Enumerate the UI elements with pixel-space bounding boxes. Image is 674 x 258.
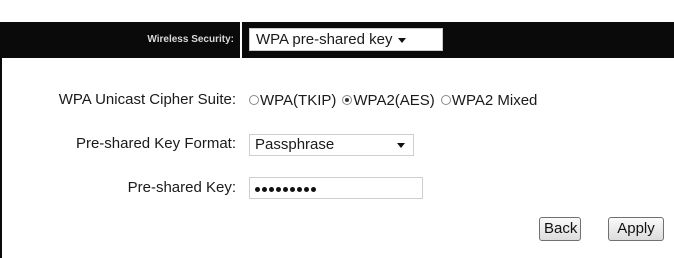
pre-shared-key-input[interactable]	[249, 177, 423, 199]
wireless-security-label: Wireless Security:	[147, 34, 234, 45]
key-format-value: Passphrase	[255, 136, 335, 153]
radio-wpa2-aes[interactable]	[342, 95, 353, 105]
mask-dot	[262, 187, 267, 192]
masked-key-dots	[255, 180, 318, 200]
header-bar: Wireless Security: WPA pre-shared key	[0, 22, 674, 58]
key-format-label: Pre-shared Key Format:	[75, 135, 236, 152]
cipher-option-wpa-tkip[interactable]: WPA(TKIP)	[249, 92, 336, 109]
mask-dot	[269, 187, 274, 192]
mask-dot	[255, 187, 260, 192]
cipher-option-wpa2-mixed[interactable]: WPA2 Mixed	[440, 91, 538, 109]
radio-wpa2-mixed[interactable]	[440, 95, 451, 105]
cipher-option-wpa2-aes[interactable]: WPA2(AES)	[342, 91, 435, 109]
wireless-security-page: Wireless Security: WPA pre-shared key WP…	[0, 0, 674, 258]
mask-dot	[290, 187, 295, 192]
mask-dot	[283, 187, 288, 192]
apply-button[interactable]: Apply	[608, 217, 664, 241]
chevron-down-icon	[397, 143, 405, 148]
left-border-line	[0, 58, 2, 258]
radio-wpa-tkip[interactable]	[249, 95, 259, 105]
security-mode-value: WPA pre-shared key	[256, 31, 393, 48]
mask-dot	[311, 187, 316, 192]
back-button[interactable]: Back	[539, 217, 581, 241]
key-format-select[interactable]: Passphrase	[249, 134, 414, 156]
cipher-option-label: WPA2(AES)	[353, 91, 435, 109]
cipher-suite-label: WPA Unicast Cipher Suite:	[58, 91, 236, 108]
cipher-option-label: WPA(TKIP)	[260, 91, 337, 109]
chevron-down-icon	[398, 37, 407, 43]
mask-dot	[297, 187, 302, 192]
mask-dot	[276, 187, 281, 192]
cipher-option-label: WPA2 Mixed	[451, 91, 538, 109]
cipher-suite-radio-group: WPA(TKIP) WPA2(AES) WPA2 Mixed	[249, 90, 543, 110]
mask-dot	[304, 187, 309, 192]
header-divider	[240, 22, 242, 58]
pre-shared-key-label: Pre-shared Key:	[127, 179, 236, 196]
security-mode-select[interactable]: WPA pre-shared key	[249, 28, 443, 51]
